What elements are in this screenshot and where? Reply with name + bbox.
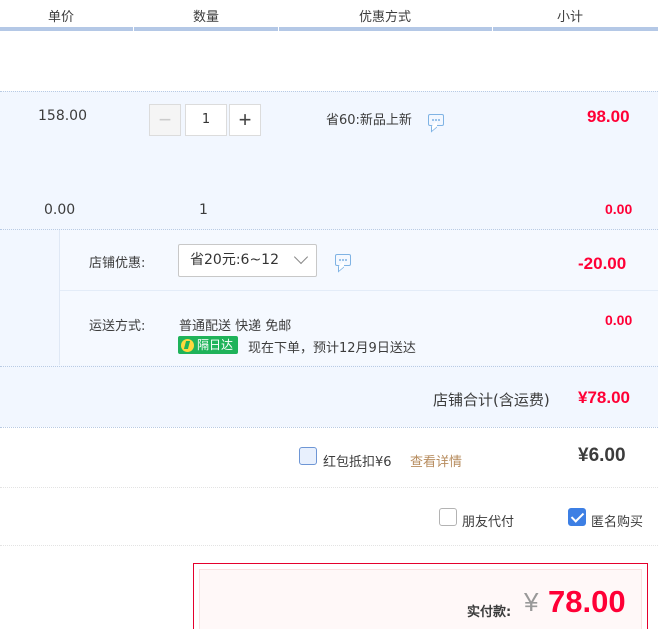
item1-price: 158.00 [38,108,87,124]
shop-total-amount: ¥78.00 [578,388,630,407]
payment-currency: ¥ [524,587,539,617]
shipping-amount: 0.00 [605,312,633,328]
anonymous-checkbox[interactable] [568,508,586,526]
item1-subtotal: 98.00 [587,107,630,126]
anonymous-label: 匿名购买 [591,515,644,530]
col-header-price: 单价 [47,10,75,25]
shipping-label: 运送方式: [89,319,146,334]
shipping-method: 普通配送 快递 免邮 [179,319,292,334]
qty-decrease-button[interactable]: − [149,104,181,136]
table-header: 单价 数量 优惠方式 小计 [0,0,658,31]
chat-icon[interactable] [428,114,444,126]
item2-subtotal: 0.00 [605,201,633,217]
col-header-qty: 数量 [192,10,220,25]
friend-pay-label: 朋友代付 [462,515,515,530]
qty-increase-button[interactable]: + [229,104,261,136]
friend-pay-checkbox[interactable] [439,508,457,526]
red-packet-checkbox[interactable] [299,447,317,465]
col-header-subtotal: 小计 [556,10,584,25]
col-header-discount: 优惠方式 [358,10,412,25]
shop-total-label: 店铺合计(含运费) [433,391,550,409]
red-packet-label: 红包抵扣¥6 [323,455,392,470]
red-packet-amount: ¥6.00 [578,445,626,466]
item1-discount-text: 省60:新品上新 [326,113,412,128]
lightning-icon [181,338,194,352]
shipping-eta: 现在下单，预计12月9日送达 [248,341,416,356]
chevron-down-icon [293,249,309,265]
payment-amount: 78.00 [548,584,626,619]
chat-icon[interactable] [335,254,351,266]
shop-discount-label: 店铺优惠: [89,256,146,271]
shop-discount-amount: -20.00 [578,254,627,273]
next-day-badge-text: 隔日达 [197,338,234,352]
item2-qty: 1 [199,202,208,218]
shop-discount-select[interactable]: 省20元:6~12 [178,244,317,277]
qty-input[interactable]: 1 [185,104,227,136]
red-packet-details-link[interactable]: 查看详情 [410,451,462,470]
payment-label: 实付款: [467,605,512,620]
next-day-badge: 隔日达 [178,336,239,354]
item2-price: 0.00 [44,202,76,218]
shop-discount-selected: 省20元:6~12 [190,252,279,268]
